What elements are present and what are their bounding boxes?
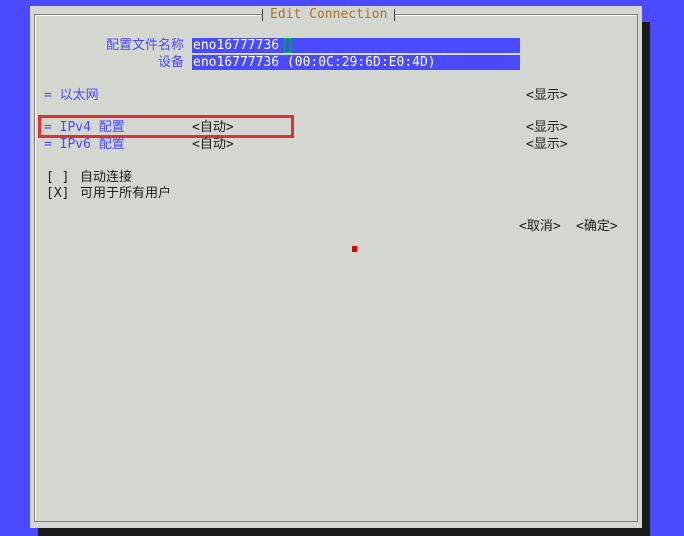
ipv6-section-toggle[interactable]: = IPv6 配置 bbox=[44, 137, 125, 153]
profile-name-input[interactable]: eno16777736 bbox=[192, 38, 520, 53]
red-marker bbox=[352, 246, 357, 252]
ethernet-section-toggle[interactable]: = 以太网 bbox=[44, 88, 99, 104]
autoconnect-checkbox[interactable]: [ ] bbox=[46, 170, 69, 186]
device-label: 设备 bbox=[157, 55, 184, 70]
cancel-button[interactable]: <取消> bbox=[519, 219, 561, 235]
ipv4-show-button[interactable]: <显示> bbox=[526, 120, 568, 136]
autoconnect-label: 自动连接 bbox=[80, 170, 133, 185]
ok-button[interactable]: <确定> bbox=[576, 219, 618, 235]
ipv6-show-button[interactable]: <显示> bbox=[526, 137, 568, 153]
device-input[interactable]: eno16777736 (00:0C:29:6D:E0:4D) bbox=[192, 55, 520, 70]
ipv6-mode-select[interactable]: <自动> bbox=[192, 137, 234, 153]
text-cursor bbox=[284, 38, 291, 53]
all-users-checkbox[interactable]: [X] bbox=[46, 186, 69, 202]
dialog-title: Edit Connection bbox=[262, 7, 396, 23]
profile-name-label: 配置文件名称 bbox=[105, 38, 184, 53]
edit-connection-dialog: Edit Connection 配置文件名称 eno16777736 设备 en… bbox=[30, 6, 642, 528]
ipv4-highlight-box bbox=[38, 115, 294, 138]
all-users-label: 可用于所有用户 bbox=[80, 186, 172, 201]
ethernet-show-button[interactable]: <显示> bbox=[526, 88, 568, 104]
